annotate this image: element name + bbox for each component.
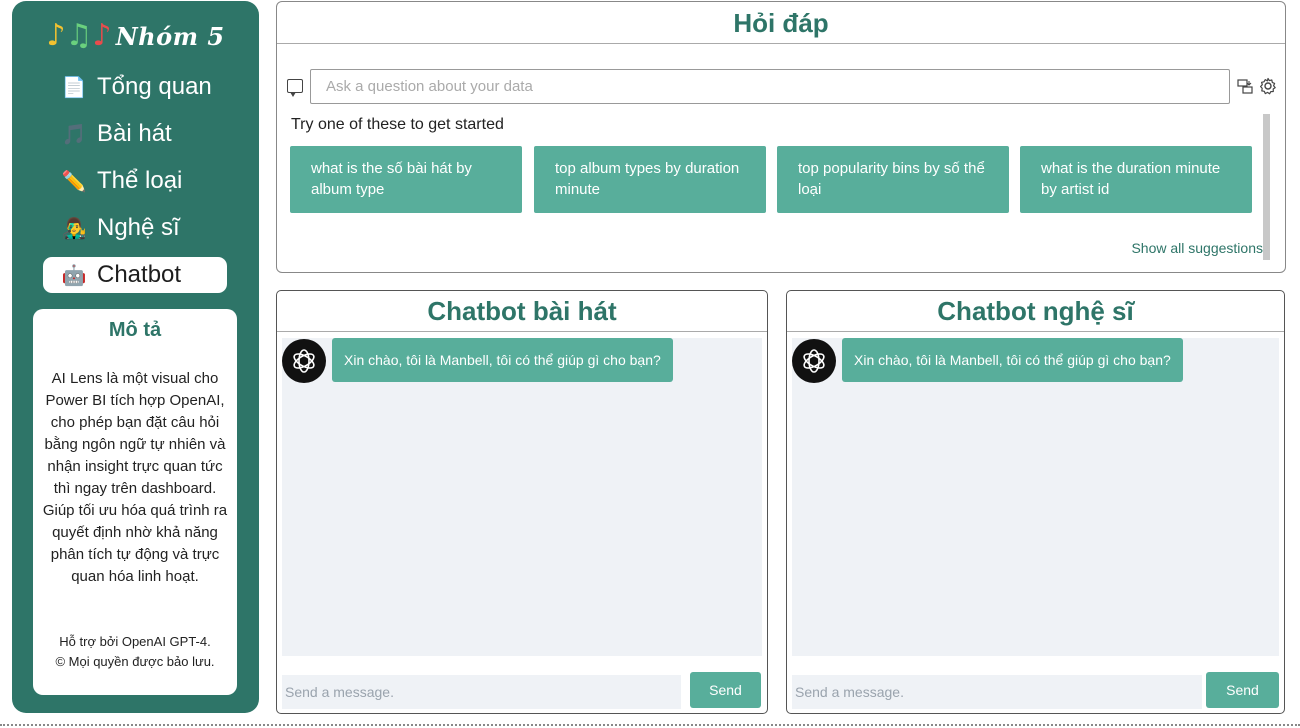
document-icon: 📄 xyxy=(61,75,87,99)
qa-title: Hỏi đáp xyxy=(277,2,1285,44)
sidebar-item-the-loai[interactable]: ✏️ Thể loại xyxy=(43,163,227,199)
brand-logo: ♪♫♪ Nhóm 5 xyxy=(12,11,259,61)
description-title: Mô tả xyxy=(108,319,162,341)
brand-name: Nhóm 5 xyxy=(115,21,225,51)
sidebar-item-nghe-si[interactable]: 👨‍🎤 Nghệ sĩ xyxy=(43,210,227,246)
openai-logo-icon xyxy=(282,339,326,383)
description-body: AI Lens là một visual cho Power BI tích … xyxy=(42,370,228,585)
pencil-icon: ✏️ xyxy=(61,169,87,193)
sidebar-item-label: Chatbot xyxy=(97,261,182,288)
chatbot-artist-title: Chatbot nghệ sĩ xyxy=(787,291,1284,332)
page-divider xyxy=(0,724,1300,726)
music-notes-icon: ♪♫♪ xyxy=(46,18,112,53)
sidebar: ♪♫♪ Nhóm 5 📄 Tổng quan 🎵 Bài hát ✏️ Thể … xyxy=(12,1,259,713)
music-note-icon: 🎵 xyxy=(61,122,87,146)
suggestion-chip[interactable]: top popularity bins by số thể loại xyxy=(777,146,1009,213)
page-root: ♪♫♪ Nhóm 5 📄 Tổng quan 🎵 Bài hát ✏️ Thể … xyxy=(0,0,1300,728)
sidebar-item-label: Tổng quan xyxy=(97,73,212,100)
settings-gear-icon[interactable] xyxy=(1259,77,1277,95)
description-card: Mô tả AI Lens là một visual cho Power BI… xyxy=(33,309,237,695)
bot-message-bubble: Xin chào, tôi là Manbell, tôi có thể giú… xyxy=(332,338,673,382)
description-footer: Hỗ trợ bởi OpenAI GPT-4. © Mọi quyền đượ… xyxy=(33,632,237,672)
sidebar-item-bai-hat[interactable]: 🎵 Bài hát xyxy=(43,116,227,152)
chat-artist-send-button[interactable]: Send xyxy=(1206,672,1279,708)
footer-copyright: © Mọi quyền được bảo lưu. xyxy=(55,654,215,669)
suggestion-chip[interactable]: what is the duration minute by artist id xyxy=(1020,146,1252,213)
sidebar-item-label: Thể loại xyxy=(97,167,183,194)
chat-song-send-button[interactable]: Send xyxy=(690,672,761,708)
qa-question-input[interactable] xyxy=(310,69,1230,104)
chatbot-song-panel: Chatbot bài hát Xin chào, tôi là Manbell… xyxy=(276,290,768,714)
show-all-suggestions-link[interactable]: Show all suggestions xyxy=(1131,240,1263,256)
convert-visual-icon[interactable] xyxy=(1237,78,1253,94)
qa-scrollbar[interactable] xyxy=(1263,114,1270,260)
robot-icon: 🤖 xyxy=(61,263,87,287)
qa-panel: Hỏi đáp Try one of these to get started … xyxy=(276,1,1286,273)
chat-song-message-input[interactable] xyxy=(282,675,681,709)
chat-artist-message-input[interactable] xyxy=(792,675,1202,709)
sidebar-item-chatbot[interactable]: 🤖 Chatbot xyxy=(43,257,227,293)
sidebar-item-label: Bài hát xyxy=(97,120,172,147)
footer-powered-by: Hỗ trợ bởi OpenAI GPT-4. xyxy=(59,634,211,649)
suggestion-chip[interactable]: what is the số bài hát by album type xyxy=(290,146,522,213)
singer-icon: 👨‍🎤 xyxy=(61,216,87,240)
chatbot-artist-panel: Chatbot nghệ sĩ Xin chào, tôi là Manbell… xyxy=(786,290,1285,714)
chat-message-area: Xin chào, tôi là Manbell, tôi có thể giú… xyxy=(282,338,762,656)
openai-logo-icon xyxy=(792,339,836,383)
qa-try-text: Try one of these to get started xyxy=(291,116,504,133)
suggestion-chip[interactable]: top album types by duration minute xyxy=(534,146,766,213)
sidebar-item-label: Nghệ sĩ xyxy=(97,214,180,241)
sidebar-item-tong-quan[interactable]: 📄 Tổng quan xyxy=(43,69,227,105)
bot-message-bubble: Xin chào, tôi là Manbell, tôi có thể giú… xyxy=(842,338,1183,382)
chat-bubble-icon xyxy=(287,79,303,97)
chatbot-song-title: Chatbot bài hát xyxy=(277,291,767,332)
chat-message-area: Xin chào, tôi là Manbell, tôi có thể giú… xyxy=(792,338,1279,656)
